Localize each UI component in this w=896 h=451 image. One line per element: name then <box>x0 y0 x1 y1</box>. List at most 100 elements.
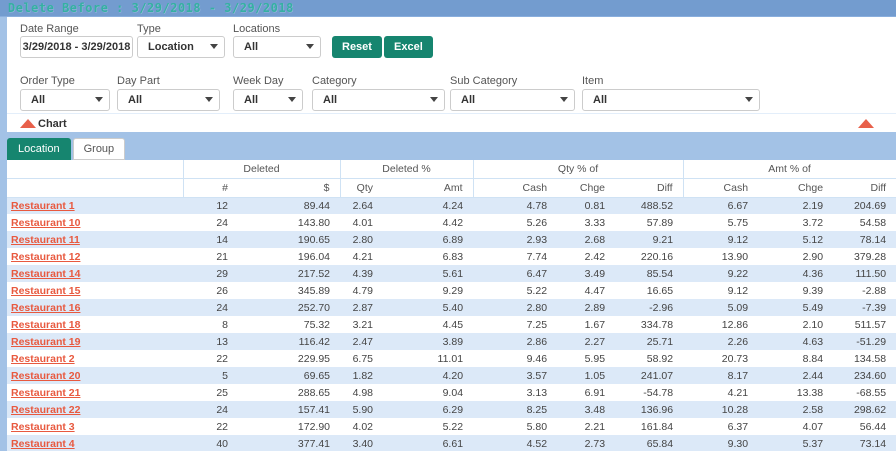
restaurant-link[interactable]: Restaurant 19 <box>11 336 80 348</box>
restaurant-link[interactable]: Restaurant 1 <box>11 200 75 212</box>
collapse-chart-icon[interactable] <box>20 119 36 128</box>
table-cell: 9.46 <box>473 350 557 367</box>
chart-section-label: Chart <box>38 118 67 130</box>
group-header: Amt % of <box>683 160 896 178</box>
table-cell: 4.39 <box>340 265 383 282</box>
table-cell: 252.70 <box>238 299 340 316</box>
table-cell: 24 <box>183 214 238 231</box>
table-cell: 334.78 <box>615 316 683 333</box>
group-header-row: DeletedDeleted %Qty % ofAmt % of <box>7 160 896 178</box>
restaurant-link[interactable]: Restaurant 15 <box>11 285 80 297</box>
table-cell: 488.52 <box>615 197 683 214</box>
table-cell: 9.04 <box>383 384 473 401</box>
restaurant-name-cell: Restaurant 14 <box>7 265 183 282</box>
table-cell: 16.65 <box>615 282 683 299</box>
name-column-header <box>7 178 183 197</box>
restaurant-link[interactable]: Restaurant 12 <box>11 251 80 263</box>
item-select[interactable]: All <box>582 89 760 111</box>
table-cell: 111.50 <box>833 265 896 282</box>
group-header: Qty % of <box>473 160 683 178</box>
restaurant-link[interactable]: Restaurant 21 <box>11 387 80 399</box>
column-header: # <box>183 178 238 197</box>
table-cell: 9.22 <box>683 265 758 282</box>
reset-button[interactable]: Reset <box>332 36 382 58</box>
table-cell: 229.95 <box>238 350 340 367</box>
order-type-select[interactable]: All <box>20 89 110 111</box>
excel-button[interactable]: Excel <box>384 36 433 58</box>
table-row: Restaurant 1429217.524.395.616.473.4985.… <box>7 265 896 282</box>
table-cell: 4.20 <box>383 367 473 384</box>
table-cell: 10.28 <box>683 401 758 418</box>
restaurant-link[interactable]: Restaurant 3 <box>11 421 75 433</box>
table-cell: -68.55 <box>833 384 896 401</box>
day-part-label: Day Part <box>117 75 160 87</box>
table-cell: 8.25 <box>473 401 557 418</box>
restaurant-link[interactable]: Restaurant 16 <box>11 302 80 314</box>
restaurant-link[interactable]: Restaurant 20 <box>11 370 80 382</box>
table-cell: 75.32 <box>238 316 340 333</box>
table-cell: 2.87 <box>340 299 383 316</box>
table-cell: 217.52 <box>238 265 340 282</box>
item-select-value: All <box>593 94 607 106</box>
report-table: DeletedDeleted %Qty % ofAmt % of #$QtyAm… <box>7 160 896 451</box>
date-range-input[interactable]: 3/29/2018 - 3/29/2018 <box>20 36 133 58</box>
table-row: Restaurant 11289.442.644.244.780.81488.5… <box>7 197 896 214</box>
tab-group[interactable]: Group <box>73 138 126 160</box>
restaurant-name-cell: Restaurant 15 <box>7 282 183 299</box>
table-head: DeletedDeleted %Qty % ofAmt % of #$QtyAm… <box>7 160 896 197</box>
table-cell: 7.25 <box>473 316 557 333</box>
table-cell: 89.44 <box>238 197 340 214</box>
category-label: Category <box>312 75 357 87</box>
collapse-section-icon[interactable] <box>858 119 874 128</box>
table-cell: 5.49 <box>758 299 833 316</box>
table-cell: 40 <box>183 435 238 451</box>
table-cell: 20.73 <box>683 350 758 367</box>
restaurant-link[interactable]: Restaurant 18 <box>11 319 80 331</box>
table-cell: 5.61 <box>383 265 473 282</box>
table-cell: 12.86 <box>683 316 758 333</box>
table-cell: 3.57 <box>473 367 557 384</box>
table-cell: 5.26 <box>473 214 557 231</box>
table-cell: 379.28 <box>833 248 896 265</box>
table-cell: 69.65 <box>238 367 340 384</box>
category-select[interactable]: All <box>312 89 445 111</box>
restaurant-link[interactable]: Restaurant 2 <box>11 353 75 365</box>
table-cell: 5 <box>183 367 238 384</box>
table-row: Restaurant 1913116.422.473.892.862.2725.… <box>7 333 896 350</box>
table-cell: 511.57 <box>833 316 896 333</box>
sub-category-select[interactable]: All <box>450 89 575 111</box>
type-select[interactable]: Location <box>137 36 225 58</box>
table-cell: 9.12 <box>683 282 758 299</box>
restaurant-link[interactable]: Restaurant 4 <box>11 438 75 450</box>
restaurant-link[interactable]: Restaurant 11 <box>11 234 80 246</box>
chevron-down-icon <box>95 97 103 102</box>
table-cell: 288.65 <box>238 384 340 401</box>
table-row: Restaurant 1624252.702.875.402.802.89-2.… <box>7 299 896 316</box>
table-cell: 9.39 <box>758 282 833 299</box>
table-cell: 3.72 <box>758 214 833 231</box>
day-part-select[interactable]: All <box>117 89 220 111</box>
locations-select[interactable]: All <box>233 36 321 58</box>
table-body: Restaurant 11289.442.644.244.780.81488.5… <box>7 197 896 451</box>
table-cell: 25.71 <box>615 333 683 350</box>
table-cell: 6.75 <box>340 350 383 367</box>
table-row: Restaurant 20569.651.824.203.571.05241.0… <box>7 367 896 384</box>
restaurant-name-cell: Restaurant 10 <box>7 214 183 231</box>
table-cell: 5.75 <box>683 214 758 231</box>
chevron-down-icon <box>430 97 438 102</box>
restaurant-name-cell: Restaurant 11 <box>7 231 183 248</box>
restaurant-link[interactable]: Restaurant 14 <box>11 268 80 280</box>
tab-band <box>0 132 896 160</box>
week-day-select[interactable]: All <box>233 89 303 111</box>
table-cell: 58.92 <box>615 350 683 367</box>
restaurant-link[interactable]: Restaurant 22 <box>11 404 80 416</box>
table-cell: 3.33 <box>557 214 615 231</box>
tab-location[interactable]: Location <box>7 138 71 160</box>
table-cell: 241.07 <box>615 367 683 384</box>
table-cell: 2.80 <box>340 231 383 248</box>
table-cell: 9.12 <box>683 231 758 248</box>
table-cell: 4.45 <box>383 316 473 333</box>
table-cell: 143.80 <box>238 214 340 231</box>
restaurant-link[interactable]: Restaurant 10 <box>11 217 80 229</box>
restaurant-name-cell: Restaurant 20 <box>7 367 183 384</box>
